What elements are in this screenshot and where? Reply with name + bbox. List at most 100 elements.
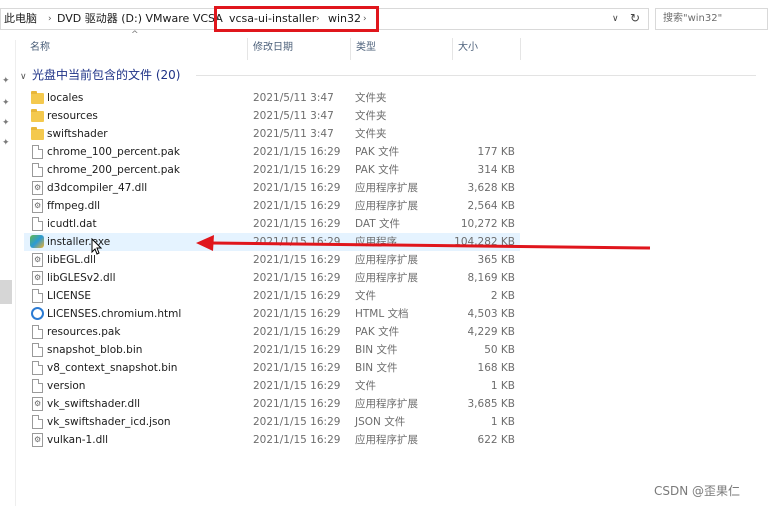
file-size: 177 KB	[477, 146, 515, 158]
file-date: 2021/1/15 16:29	[253, 164, 341, 176]
column-header-name[interactable]: 名称	[30, 40, 50, 58]
dll-icon	[32, 397, 43, 411]
file-date: 2021/1/15 16:29	[253, 380, 341, 392]
file-name: locales	[47, 92, 84, 104]
file-date: 2021/1/15 16:29	[253, 200, 341, 212]
pin-icon[interactable]: ✦	[2, 76, 10, 86]
file-name: libGLESv2.dll	[47, 272, 116, 284]
file-name: v8_context_snapshot.bin	[47, 362, 178, 374]
file-row[interactable]: LICENSES.chromium.html 2021/1/15 16:29 HTM…	[24, 305, 520, 323]
file-size: 365 KB	[477, 254, 515, 266]
file-row[interactable]: vk_swiftshader.dll 2021/1/15 16:29 应用程序扩展 3…	[24, 395, 520, 413]
column-divider[interactable]	[350, 38, 351, 60]
file-type: 文件夹	[355, 128, 387, 140]
group-divider	[196, 75, 756, 76]
file-size: 2 KB	[490, 290, 515, 302]
breadcrumb-this-pc[interactable]: 此电脑	[4, 11, 37, 27]
address-dropdown-icon[interactable]: ∨	[612, 11, 619, 27]
file-row[interactable]: swiftshader 2021/5/11 3:47 文件夹	[24, 125, 520, 143]
dll-icon	[32, 181, 43, 195]
file-date: 2021/1/15 16:29	[253, 308, 341, 320]
file-icon	[32, 289, 43, 303]
refresh-icon[interactable]: ↻	[630, 10, 640, 26]
file-date: 2021/1/15 16:29	[253, 182, 341, 194]
column-divider[interactable]	[247, 38, 248, 60]
file-size	[424, 107, 515, 125]
breadcrumb-separator[interactable]: ›	[48, 11, 52, 27]
file-row[interactable]: chrome_100_percent.pak 2021/1/15 16:29 PAK…	[24, 143, 520, 161]
file-row[interactable]: d3dcompiler_47.dll 2021/1/15 16:29 应用程序扩展 3…	[24, 179, 520, 197]
pin-icon[interactable]: ✦	[2, 138, 10, 148]
file-size: 622 KB	[477, 434, 515, 446]
column-divider[interactable]	[520, 38, 521, 60]
file-type: 文件夹	[355, 92, 387, 104]
breadcrumb-dvd-drive[interactable]: DVD 驱动器 (D:) VMware VCSA	[57, 11, 223, 27]
file-date: 2021/1/15 16:29	[253, 398, 341, 410]
file-type: HTML 文档	[355, 308, 409, 320]
file-date: 2021/5/11 3:47	[253, 92, 334, 104]
file-type: 文件夹	[355, 110, 387, 122]
file-date: 2021/1/15 16:29	[253, 362, 341, 374]
file-row[interactable]: LICENSE 2021/1/15 16:29 文件 2 KB	[24, 287, 520, 305]
file-row[interactable]: vulkan-1.dll 2021/1/15 16:29 应用程序扩展 622 KB	[24, 431, 520, 449]
file-row[interactable]: chrome_200_percent.pak 2021/1/15 16:29 PAK…	[24, 161, 520, 179]
file-size: 10,272 KB	[460, 218, 515, 230]
dll-icon	[32, 433, 43, 447]
search-placeholder: 搜索"win32"	[663, 13, 723, 24]
file-type: PAK 文件	[355, 326, 400, 338]
folder-icon	[31, 127, 44, 140]
file-row[interactable]: libGLESv2.dll 2021/1/15 16:29 应用程序扩展 8,169 …	[24, 269, 520, 287]
file-row[interactable]: icudtl.dat 2021/1/15 16:29 DAT 文件 10,272 KB	[24, 215, 520, 233]
file-type: BIN 文件	[355, 344, 398, 356]
file-type: 应用程序扩展	[355, 398, 418, 410]
file-size	[424, 125, 515, 143]
file-row[interactable]: v8_context_snapshot.bin 2021/1/15 16:29 BI…	[24, 359, 520, 377]
file-row[interactable]: resources 2021/5/11 3:47 文件夹	[24, 107, 520, 125]
file-name: d3dcompiler_47.dll	[47, 182, 148, 194]
file-type: 应用程序	[355, 236, 397, 248]
file-name: ffmpeg.dll	[47, 200, 101, 212]
column-header-date[interactable]: 修改日期	[253, 40, 293, 58]
file-row[interactable]: snapshot_blob.bin 2021/1/15 16:29 BIN 文件 50…	[24, 341, 520, 359]
file-date: 2021/1/15 16:29	[253, 326, 341, 338]
file-row[interactable]: locales 2021/5/11 3:47 文件夹	[24, 89, 520, 107]
file-date: 2021/1/15 16:29	[253, 290, 341, 302]
column-divider[interactable]	[452, 38, 453, 60]
file-name: snapshot_blob.bin	[47, 344, 143, 356]
column-header-type[interactable]: 类型	[356, 40, 376, 58]
file-type: 应用程序扩展	[355, 200, 418, 212]
file-row[interactable]: ffmpeg.dll 2021/1/15 16:29 应用程序扩展 2,564 KB	[24, 197, 520, 215]
file-row[interactable]: vk_swiftshader_icd.json 2021/1/15 16:29 JS…	[24, 413, 520, 431]
file-size: 3,628 KB	[467, 182, 516, 194]
pin-icon[interactable]: ✦	[2, 118, 10, 128]
navigation-pane-edge[interactable]: ✦ ✦ ✦ ✦	[0, 40, 16, 506]
file-icon	[32, 217, 43, 231]
file-row[interactable]: resources.pak 2021/1/15 16:29 PAK 文件 4,229 …	[24, 323, 520, 341]
file-name: LICENSE	[47, 290, 92, 302]
file-name: chrome_100_percent.pak	[47, 146, 180, 158]
dll-icon	[32, 199, 43, 213]
file-name: libEGL.dll	[47, 254, 96, 266]
pin-icon[interactable]: ✦	[2, 98, 10, 108]
file-date: 2021/1/15 16:29	[253, 254, 341, 266]
file-size: 4,503 KB	[467, 308, 516, 320]
file-date: 2021/5/11 3:47	[253, 110, 334, 122]
file-type: PAK 文件	[355, 164, 400, 176]
sort-ascending-icon: ^	[131, 30, 139, 40]
file-type: 应用程序扩展	[355, 434, 418, 446]
group-header[interactable]: ∨ 光盘中当前包含的文件 (20)	[20, 66, 180, 84]
file-type: 应用程序扩展	[355, 254, 418, 266]
nav-scrollbar-thumb[interactable]	[0, 280, 12, 304]
chevron-down-icon[interactable]: ∨	[20, 68, 32, 86]
file-name: version	[47, 380, 86, 392]
file-date: 2021/1/15 16:29	[253, 218, 341, 230]
dll-icon	[32, 271, 43, 285]
column-header-size[interactable]: 大小	[458, 40, 478, 58]
file-type: PAK 文件	[355, 146, 400, 158]
file-icon	[32, 343, 43, 357]
file-row[interactable]: version 2021/1/15 16:29 文件 1 KB	[24, 377, 520, 395]
file-name: icudtl.dat	[47, 218, 97, 230]
file-type: BIN 文件	[355, 362, 398, 374]
file-type: 文件	[355, 290, 376, 302]
file-size: 168 KB	[477, 362, 515, 374]
